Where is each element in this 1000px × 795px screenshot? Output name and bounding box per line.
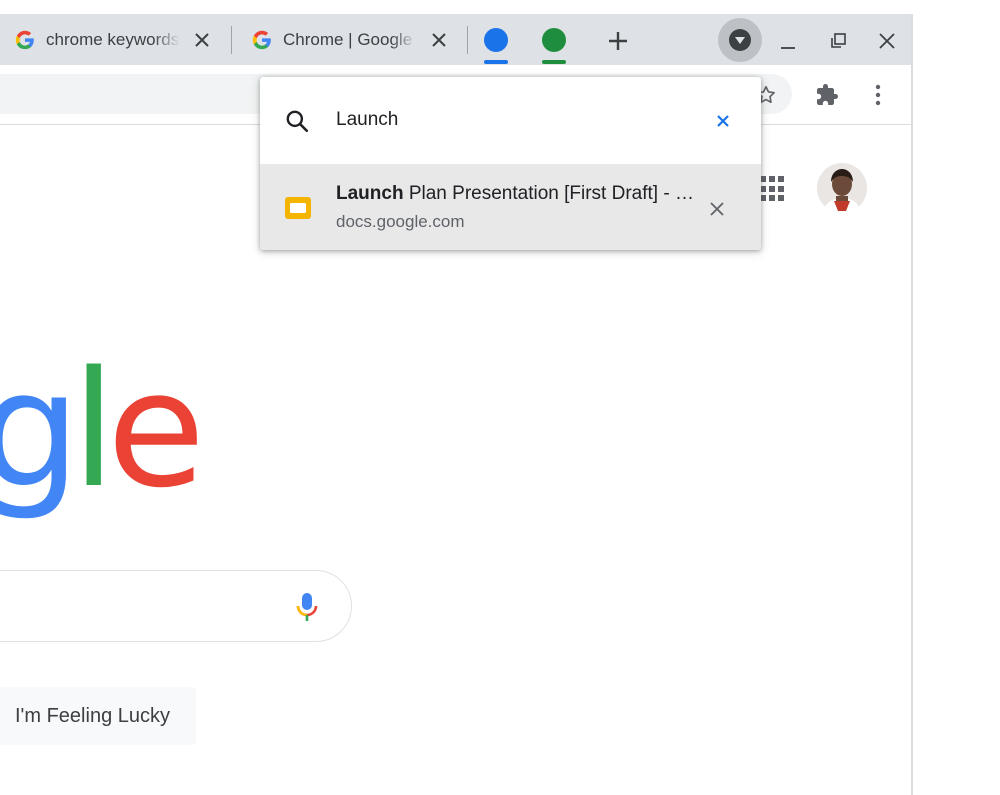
close-icon	[195, 32, 209, 47]
tab-close-button[interactable]	[427, 28, 451, 52]
restore-icon	[831, 33, 846, 48]
tab-chrome-keywords[interactable]: chrome keywords	[14, 14, 214, 65]
tab-search-bar: Launch	[260, 77, 761, 164]
tab-search-result[interactable]: Launch Plan Presentation [First Draft] -…	[260, 164, 761, 250]
search-icon	[286, 110, 309, 133]
close-window-button[interactable]	[873, 27, 901, 55]
new-tab-button[interactable]	[604, 27, 632, 55]
tab-group-blue-underline	[484, 60, 508, 64]
tab-group-blue[interactable]	[484, 28, 508, 52]
tab-strip: chrome keywords Chrome | Google	[0, 14, 911, 65]
feeling-lucky-button[interactable]: I'm Feeling Lucky	[0, 687, 196, 745]
google-apps-icon[interactable]	[760, 176, 786, 202]
result-title-match: Launch	[336, 183, 404, 204]
tab-search-input[interactable]: Launch	[336, 109, 398, 131]
google-logo: ogle	[0, 336, 205, 523]
google-favicon-icon	[252, 30, 271, 49]
tab-chrome-google[interactable]: Chrome | Google	[251, 14, 451, 65]
restore-button[interactable]	[824, 27, 852, 55]
puzzle-icon	[817, 84, 838, 105]
extensions-button[interactable]	[813, 81, 841, 109]
tab-separator	[467, 26, 468, 54]
tab-title: chrome keywords	[46, 29, 180, 49]
tab-close-button[interactable]	[190, 28, 214, 52]
google-slides-icon	[285, 197, 311, 219]
more-vert-icon	[875, 84, 881, 106]
close-tab-result-button[interactable]	[704, 196, 730, 222]
chrome-menu-button[interactable]	[864, 81, 892, 109]
google-favicon-icon	[15, 30, 34, 49]
tab-group-green-underline	[542, 60, 566, 64]
clear-search-button[interactable]	[712, 110, 734, 132]
result-url: docs.google.com	[336, 212, 465, 231]
tab-search-button[interactable]	[718, 18, 762, 62]
tab-title: Chrome | Google	[283, 29, 413, 49]
close-icon	[710, 202, 724, 216]
minimize-button[interactable]	[774, 27, 802, 55]
result-title: Launch Plan Presentation [First Draft] -…	[336, 183, 702, 205]
tab-group-green[interactable]	[542, 28, 566, 52]
tab-separator	[231, 26, 232, 54]
close-icon	[432, 32, 446, 47]
plus-icon	[609, 32, 627, 50]
avatar[interactable]	[817, 163, 867, 213]
result-title-rest: Plan Presentation [First Draft] - Google…	[408, 183, 702, 204]
microphone-icon[interactable]	[295, 592, 319, 622]
minimize-icon	[781, 47, 795, 49]
chevron-down-icon	[729, 29, 751, 51]
close-icon	[879, 33, 895, 49]
tab-search-popup: Launch Launch Plan Presentation [First D…	[260, 77, 761, 250]
close-icon	[717, 115, 729, 127]
browser-window: chrome keywords Chrome | Google le I'm F…	[0, 14, 913, 795]
